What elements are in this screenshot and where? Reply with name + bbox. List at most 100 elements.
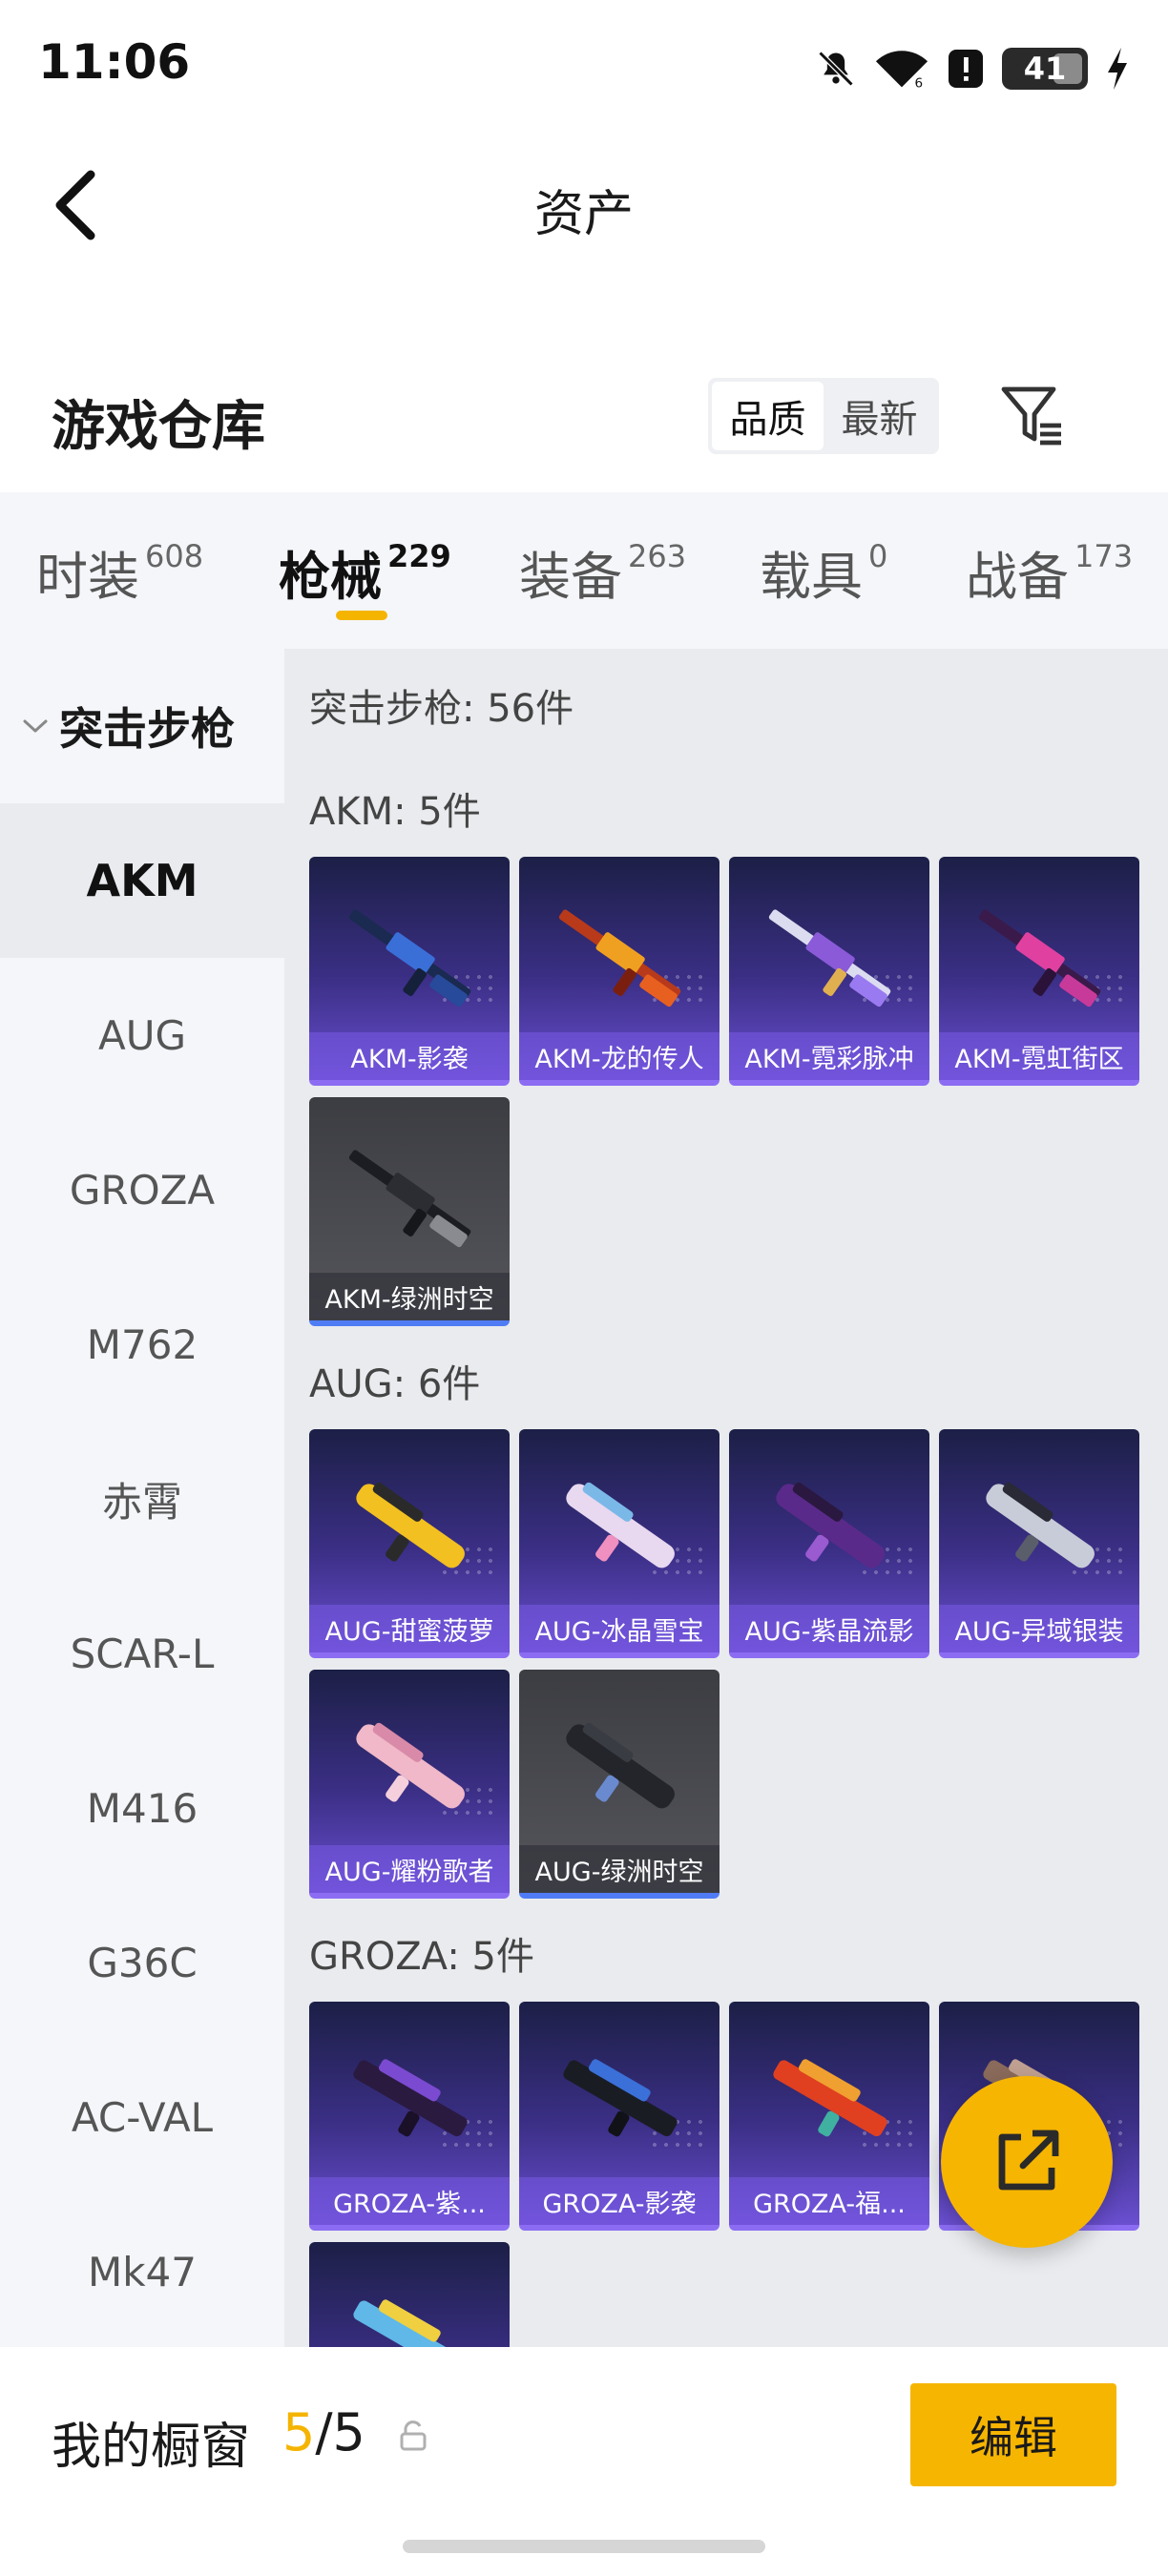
active-tab-indicator <box>336 611 387 620</box>
tab-count: 173 <box>1074 538 1134 574</box>
rifle-image <box>348 1150 471 1248</box>
tab-firearms[interactable]: 枪械 229 <box>279 534 451 610</box>
weapon-card[interactable]: GROZA-福... <box>729 2002 929 2231</box>
rifle-image <box>356 1482 465 1568</box>
weapon-sidebar: 突击步枪 AKM AUG GROZA M762 赤霄 SCAR-L M416 G… <box>0 649 284 2347</box>
tab-count: 608 <box>145 538 204 574</box>
rifle-image <box>563 2059 678 2137</box>
sidebar-group-assault-rifles[interactable]: 突击步枪 <box>0 649 284 803</box>
weapon-card-label: AUG-异域银装 <box>939 1605 1139 1652</box>
sort-option-newest[interactable]: 最新 <box>824 382 935 450</box>
sidebar-item-m762[interactable]: M762 <box>0 1267 284 1422</box>
weapon-card-label: AUG-甜蜜菠萝 <box>309 1605 510 1652</box>
sidebar-item-ac-val[interactable]: AC-VAL <box>0 2040 284 2194</box>
wifi-icon: 6 <box>875 51 928 90</box>
tab-count: 263 <box>628 538 687 574</box>
weapon-card-label: AUG-紫晶流影 <box>729 1605 929 1652</box>
category-tab-bar: 时装 608 枪械 229 装备 263 载具 0 战备 173 <box>0 492 1168 649</box>
tab-fashion[interactable]: 时装 608 <box>36 534 203 610</box>
alert-icon <box>949 50 983 88</box>
weapon-card-label: AKM-影袭 <box>309 1032 510 1080</box>
weapon-card-label: AKM-绿洲时空 <box>309 1273 510 1320</box>
weapon-card[interactable]: AKM-龙的传人 <box>519 857 720 1086</box>
weapon-card[interactable] <box>309 2242 510 2347</box>
edit-button[interactable]: 编辑 <box>910 2383 1116 2486</box>
weapon-card[interactable]: GROZA-影袭 <box>519 2002 720 2231</box>
weapon-card[interactable]: AUG-耀粉歌者 <box>309 1670 510 1899</box>
rifle-image <box>773 2059 887 2137</box>
filter-icon <box>1001 386 1061 446</box>
sort-toggle: 品质 最新 <box>708 378 939 454</box>
tab-label: 枪械 <box>279 547 382 607</box>
showcase-count: 5/5 <box>282 2402 365 2462</box>
weapon-card-label: GROZA-影袭 <box>519 2177 720 2225</box>
weapon-card[interactable]: AKM-霓虹街区 <box>939 857 1139 1086</box>
rifle-image <box>558 909 681 1008</box>
rifle-image <box>566 1482 675 1568</box>
rifle-image <box>353 2299 468 2347</box>
category-summary: 突击步枪: 56件 <box>309 687 574 731</box>
sidebar-item-akm[interactable]: AKM <box>0 803 284 958</box>
rifle-image <box>566 1722 675 1809</box>
weapon-card[interactable]: AUG-紫晶流影 <box>729 1429 929 1658</box>
weapon-card-label: AUG-冰晶雪宝 <box>519 1605 720 1652</box>
tab-label: 装备 <box>519 547 622 607</box>
tab-label: 时装 <box>36 547 139 607</box>
weapon-card-label: GROZA-福... <box>729 2177 929 2225</box>
chevron-down-icon <box>23 719 48 733</box>
rifle-image <box>353 2059 468 2137</box>
tab-equipment[interactable]: 装备 263 <box>519 534 686 610</box>
weapon-card[interactable]: AKM-霓彩脉冲 <box>729 857 929 1086</box>
group-title-akm: AKM: 5件 <box>309 790 481 834</box>
status-time: 11:06 <box>38 34 191 90</box>
weapon-card[interactable]: AKM-影袭 <box>309 857 510 1086</box>
weapon-card[interactable]: AUG-冰晶雪宝 <box>519 1429 720 1658</box>
showcase-current: 5 <box>282 2402 316 2462</box>
weapon-card[interactable]: AKM-绿洲时空 <box>309 1097 510 1326</box>
warehouse-title: 游戏仓库 <box>52 396 265 458</box>
rifle-image <box>978 909 1101 1008</box>
tab-label: 战备 <box>966 547 1069 607</box>
sidebar-item-groza[interactable]: GROZA <box>0 1112 284 1267</box>
weapon-card-label: AKM-龙的传人 <box>519 1032 720 1080</box>
weapon-card[interactable]: AUG-绿洲时空 <box>519 1670 720 1899</box>
sidebar-item-mk47[interactable]: Mk47 <box>0 2194 284 2349</box>
share-button[interactable] <box>941 2076 1113 2248</box>
charging-icon <box>1108 48 1127 90</box>
sort-option-quality[interactable]: 品质 <box>712 382 824 450</box>
weapon-card-label: GROZA-紫... <box>309 2177 510 2225</box>
weapon-card-label: AUG-绿洲时空 <box>519 1845 720 1893</box>
showcase-bar: 我的橱窗 5/5 编辑 <box>0 2347 1168 2576</box>
weapon-card-label: AUG-耀粉歌者 <box>309 1845 510 1893</box>
group-title-aug: AUG: 6件 <box>309 1362 481 1406</box>
weapon-card[interactable]: AUG-异域银装 <box>939 1429 1139 1658</box>
status-icons: 6 41 <box>815 42 1130 95</box>
tab-supplies[interactable]: 战备 173 <box>966 534 1133 610</box>
battery-indicator: 41 <box>1002 48 1088 90</box>
status-bar: 11:06 6 41 <box>0 0 1168 134</box>
showcase-label: 我的橱窗 <box>52 2419 251 2476</box>
tab-count: 0 <box>868 538 888 574</box>
weapon-card[interactable]: GROZA-紫... <box>309 2002 510 2231</box>
weapon-card[interactable]: AUG-甜蜜菠萝 <box>309 1429 510 1658</box>
home-indicator[interactable] <box>403 2540 765 2553</box>
group-title-groza: GROZA: 5件 <box>309 1935 534 1979</box>
filter-button[interactable] <box>998 380 1067 448</box>
sidebar-item-g36c[interactable]: G36C <box>0 1885 284 2040</box>
weapon-card-label: AKM-霓虹街区 <box>939 1032 1139 1080</box>
tab-vehicles[interactable]: 载具 0 <box>760 534 887 610</box>
rifle-image <box>768 909 891 1008</box>
bell-muted-icon <box>818 51 854 87</box>
svg-text:6: 6 <box>915 75 924 90</box>
share-icon <box>998 2129 1059 2191</box>
tab-count: 229 <box>387 538 451 574</box>
sidebar-item-chixiao[interactable]: 赤霄 <box>0 1422 284 1576</box>
sidebar-item-m416[interactable]: M416 <box>0 1731 284 1885</box>
sidebar-item-scar-l[interactable]: SCAR-L <box>0 1576 284 1731</box>
rifle-image <box>356 1722 465 1809</box>
rifle-image <box>348 909 471 1008</box>
unlock-icon <box>400 2420 427 2451</box>
rifle-image <box>986 1482 1095 1568</box>
sidebar-item-aug[interactable]: AUG <box>0 958 284 1112</box>
showcase-total: /5 <box>315 2402 365 2462</box>
